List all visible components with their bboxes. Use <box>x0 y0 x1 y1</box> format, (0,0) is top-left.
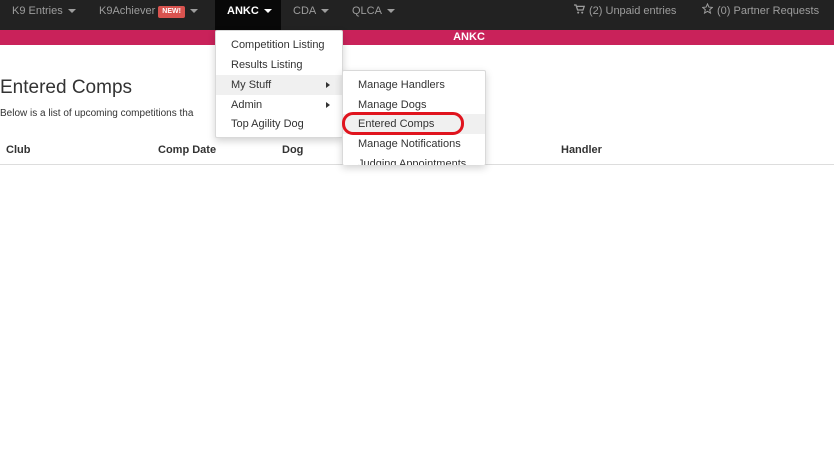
menu-item-top-agility-dog[interactable]: Top Agility Dog <box>216 114 342 134</box>
column-header-handler[interactable]: Handler <box>561 144 602 156</box>
nav-k9achiever-label: K9Achiever <box>99 5 156 17</box>
nav-ankc[interactable]: ANKC <box>215 0 281 30</box>
nav-qlca-label: QLCA <box>352 5 382 17</box>
nav-k9-entries-label: K9 Entries <box>12 5 63 17</box>
menu-item-manage-handlers[interactable]: Manage Handlers <box>343 75 485 95</box>
highlight-annotation-ring <box>342 112 464 135</box>
menu-item-judging-appointments[interactable]: Judging Appointments <box>343 154 485 165</box>
ankc-dropdown-menu: Competition Listing Results Listing My S… <box>215 30 343 138</box>
nav-k9-entries[interactable]: K9 Entries <box>0 0 87 30</box>
top-navbar: K9 Entries K9Achiever NEW! ANKC CDA QLCA … <box>0 0 834 30</box>
nav-qlca[interactable]: QLCA <box>340 0 406 30</box>
menu-item-my-stuff-label: My Stuff <box>231 79 272 91</box>
chevron-right-icon <box>326 82 330 88</box>
shopping-cart-icon <box>574 0 586 22</box>
nav-cda[interactable]: CDA <box>281 0 340 30</box>
star-icon <box>701 0 714 22</box>
chevron-down-icon <box>189 9 198 14</box>
menu-item-admin-label: Admin <box>231 99 263 111</box>
partner-requests-label: (0) Partner Requests <box>717 5 820 17</box>
unpaid-entries-link[interactable]: (2) Unpaid entries <box>574 0 676 30</box>
chevron-down-icon <box>67 9 76 14</box>
nav-ankc-label: ANKC <box>227 5 259 17</box>
org-banner: ANKC <box>0 30 834 45</box>
page-title: Entered Comps <box>0 77 133 98</box>
unpaid-entries-label: (2) Unpaid entries <box>589 5 677 17</box>
chevron-down-icon <box>263 9 272 14</box>
partner-requests-link[interactable]: (0) Partner Requests <box>701 0 820 30</box>
chevron-down-icon <box>386 9 395 14</box>
menu-item-my-stuff[interactable]: My Stuff <box>216 75 342 95</box>
nav-cda-label: CDA <box>293 5 317 17</box>
page-description: Below is a list of upcoming competitions… <box>0 108 194 119</box>
menu-item-results-listing[interactable]: Results Listing <box>216 55 342 75</box>
column-header-dog[interactable]: Dog <box>282 144 303 156</box>
chevron-down-icon <box>321 9 330 14</box>
menu-item-competition-listing[interactable]: Competition Listing <box>216 35 342 55</box>
column-header-club[interactable]: Club <box>6 144 30 156</box>
new-badge: NEW! <box>158 6 185 18</box>
column-header-comp-date[interactable]: Comp Date <box>158 144 216 156</box>
menu-item-admin[interactable]: Admin <box>216 95 342 115</box>
chevron-right-icon <box>326 102 330 108</box>
org-banner-title: ANKC <box>453 31 485 43</box>
menu-item-manage-notifications[interactable]: Manage Notifications <box>343 134 485 154</box>
nav-k9achiever[interactable]: K9Achiever NEW! <box>87 0 215 30</box>
